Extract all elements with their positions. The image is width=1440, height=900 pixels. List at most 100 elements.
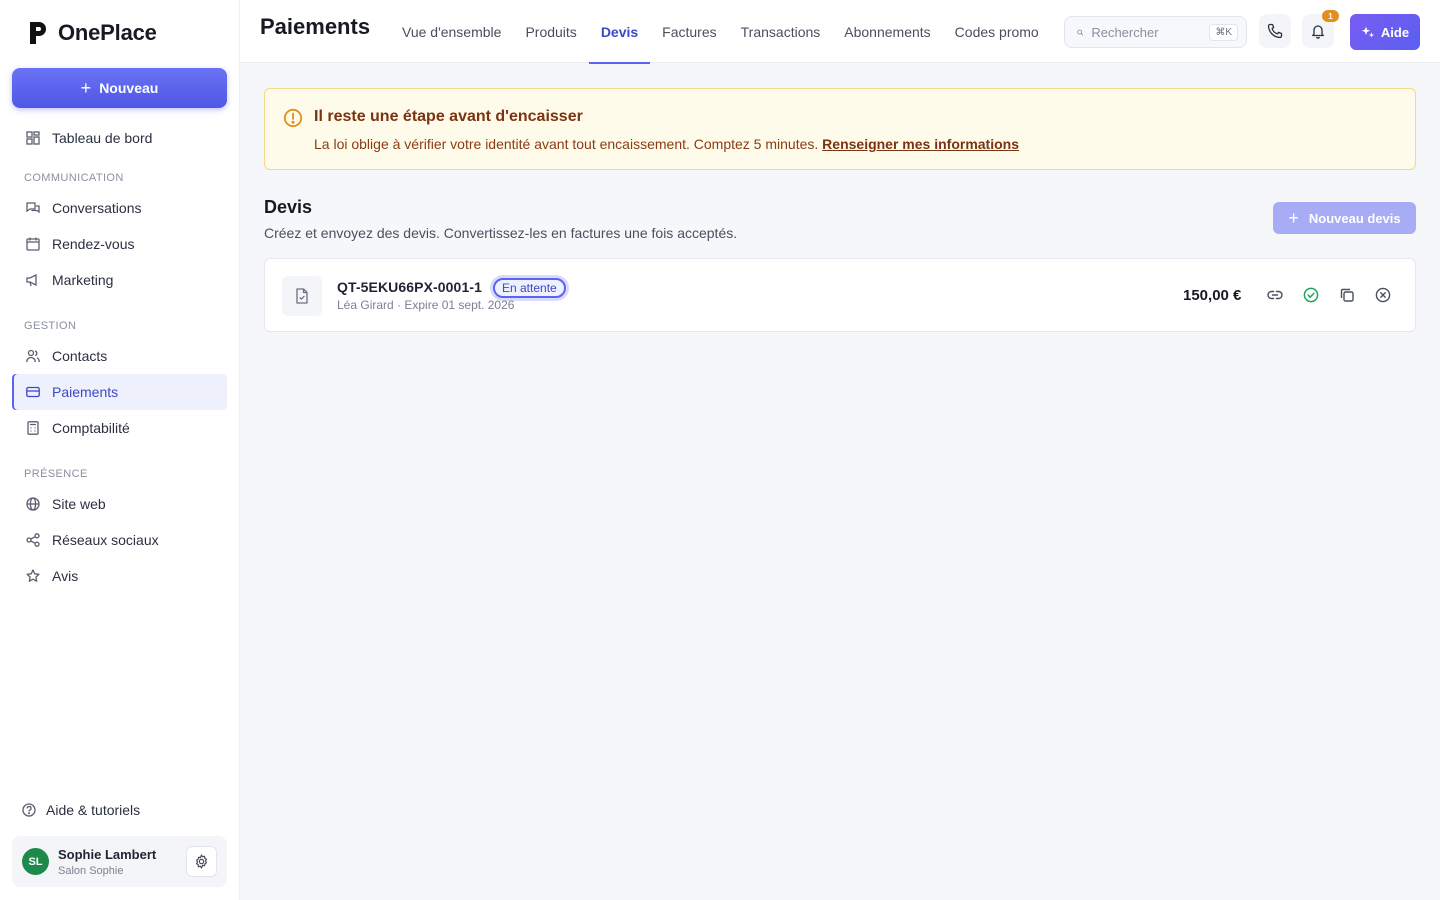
star-icon [26, 569, 40, 583]
user-name: Sophie Lambert [58, 846, 157, 862]
tab-quotes[interactable]: Devis [588, 0, 651, 64]
sidebar-item-label: Contacts [52, 348, 108, 364]
sidebar-item-label: Comptabilité [52, 420, 130, 436]
calendar-icon [26, 237, 40, 251]
cancel-quote-button[interactable] [1373, 285, 1393, 305]
search-input[interactable] [1091, 24, 1202, 40]
user-meta: Sophie Lambert Salon Sophie [58, 847, 156, 877]
sidebar-item-contacts[interactable]: Contacts [12, 338, 227, 374]
quote-expiry: Expire 01 sept. 2026 [404, 298, 515, 312]
globe-icon [26, 497, 40, 511]
link-icon [1267, 290, 1283, 300]
avatar: SL [22, 848, 49, 875]
x-circle-icon [1375, 287, 1391, 303]
section-title-gestion: GESTION [24, 320, 77, 332]
payment-tabs: Vue d'ensemble Produits Devis Factures T… [390, 0, 1051, 64]
sidebar-item-accounting[interactable]: Comptabilité [12, 410, 227, 446]
gear-icon [195, 854, 208, 869]
sparkles-icon [1361, 26, 1374, 38]
phone-button[interactable] [1259, 14, 1291, 48]
sidebar-item-appointments[interactable]: Rendez-vous [12, 226, 227, 262]
meta-separator: · [393, 298, 405, 312]
section-title-communication: COMMUNICATION [24, 172, 124, 184]
sidebar-item-label: Marketing [52, 272, 114, 288]
section-title-presence: PRÉSENCE [24, 468, 88, 480]
credit-card-icon [26, 385, 40, 399]
share-icon [26, 533, 40, 547]
complete-info-link[interactable]: Renseigner mes informations [822, 136, 1019, 152]
check-circle-icon [1303, 287, 1319, 303]
verification-alert: Il reste une étape avant d'encaisser La … [264, 88, 1416, 170]
new-quote-label: Nouveau devis [1308, 210, 1401, 226]
sidebar-item-website[interactable]: Site web [12, 486, 227, 522]
new-button-label: Nouveau [99, 80, 159, 96]
chat-icon [26, 201, 40, 215]
sidebar-item-payments[interactable]: Paiements [12, 374, 227, 410]
page-title: Paiements [260, 14, 371, 39]
alert-circle-icon [283, 108, 303, 128]
settings-button[interactable] [186, 846, 217, 877]
top-header: Paiements Vue d'ensemble Produits Devis … [240, 0, 1440, 64]
calculator-icon [26, 421, 40, 435]
alert-message: La loi oblige à vérifier votre identité … [314, 136, 819, 152]
sidebar-item-label: Réseaux sociaux [52, 532, 159, 548]
section-description: Créez et envoyez des devis. Convertissez… [264, 225, 738, 241]
help-button[interactable]: Aide [1350, 14, 1420, 50]
tab-products[interactable]: Produits [513, 0, 588, 63]
notifications-button[interactable]: 1 [1302, 10, 1339, 48]
sidebar-item-label: Avis [52, 568, 79, 584]
alert-body: La loi oblige à vérifier votre identité … [314, 136, 1019, 152]
tab-overview[interactable]: Vue d'ensemble [390, 0, 513, 63]
sidebar-nav: Tableau de bord COMMUNICATION Conversati… [12, 120, 227, 594]
section-title: Devis [264, 197, 313, 217]
accept-quote-button[interactable] [1301, 285, 1321, 305]
search-icon [1077, 29, 1084, 35]
new-button[interactable]: + Nouveau [12, 68, 227, 108]
tab-subscriptions[interactable]: Abonnements [832, 0, 942, 63]
copy-link-button[interactable] [1265, 285, 1285, 305]
tab-transactions[interactable]: Transactions [729, 0, 833, 63]
sidebar-item-label: Rendez-vous [52, 236, 135, 252]
alert-title: Il reste une étape avant d'encaisser [314, 108, 583, 125]
sidebar-item-social[interactable]: Réseaux sociaux [12, 522, 227, 558]
help-button-label: Aide [1380, 24, 1410, 40]
plus-icon: + [1288, 208, 1299, 228]
tab-invoices[interactable]: Factures [650, 0, 728, 63]
bell-icon [1312, 25, 1324, 39]
search-box[interactable]: ⌘K [1064, 16, 1247, 48]
sidebar-item-label: Site web [52, 496, 106, 512]
phone-icon [1267, 23, 1283, 39]
search-shortcut: ⌘K [1209, 23, 1238, 41]
users-icon [26, 349, 40, 363]
sidebar-item-label: Conversations [52, 200, 142, 216]
user-card[interactable]: SL Sophie Lambert Salon Sophie [12, 836, 227, 887]
new-quote-button[interactable]: + Nouveau devis [1273, 202, 1416, 234]
app-name: OnePlace [58, 20, 157, 45]
quote-number: QT-5EKU66PX-0001-1 [337, 279, 482, 295]
sidebar-item-reviews[interactable]: Avis [12, 558, 227, 594]
quote-row[interactable]: QT-5EKU66PX-0001-1 En attente Léa Girard… [264, 258, 1416, 332]
quote-amount: 150,00 € [1183, 287, 1242, 304]
sidebar-item-conversations[interactable]: Conversations [12, 190, 227, 226]
sidebar-item-label: Tableau de bord [52, 130, 153, 146]
plus-icon: + [80, 78, 92, 98]
quote-meta: Léa Girard · Expire 01 sept. 2026 [337, 298, 514, 312]
business-name: Salon Sophie [58, 864, 124, 877]
notification-badge: 1 [1322, 10, 1339, 22]
help-tutorials-link[interactable]: Aide & tutoriels [22, 802, 140, 818]
megaphone-icon [26, 273, 40, 287]
sidebar-item-label: Paiements [52, 384, 119, 400]
sidebar-item-dashboard[interactable]: Tableau de bord [12, 120, 227, 156]
status-badge: En attente [493, 278, 566, 298]
sidebar-item-marketing[interactable]: Marketing [12, 262, 227, 298]
sidebar: OnePlace + Nouveau Tableau de bord COMMU… [0, 0, 240, 900]
help-tutorials-label: Aide & tutoriels [46, 802, 141, 818]
help-circle-icon [22, 803, 36, 817]
document-icon [282, 276, 322, 316]
dashboard-icon [26, 131, 40, 145]
duplicate-quote-button[interactable] [1337, 285, 1357, 305]
quote-client: Léa Girard [337, 298, 394, 312]
copy-icon [1340, 288, 1354, 302]
tab-promo-codes[interactable]: Codes promo [943, 0, 1051, 63]
app-logo[interactable]: OnePlace [28, 20, 157, 46]
